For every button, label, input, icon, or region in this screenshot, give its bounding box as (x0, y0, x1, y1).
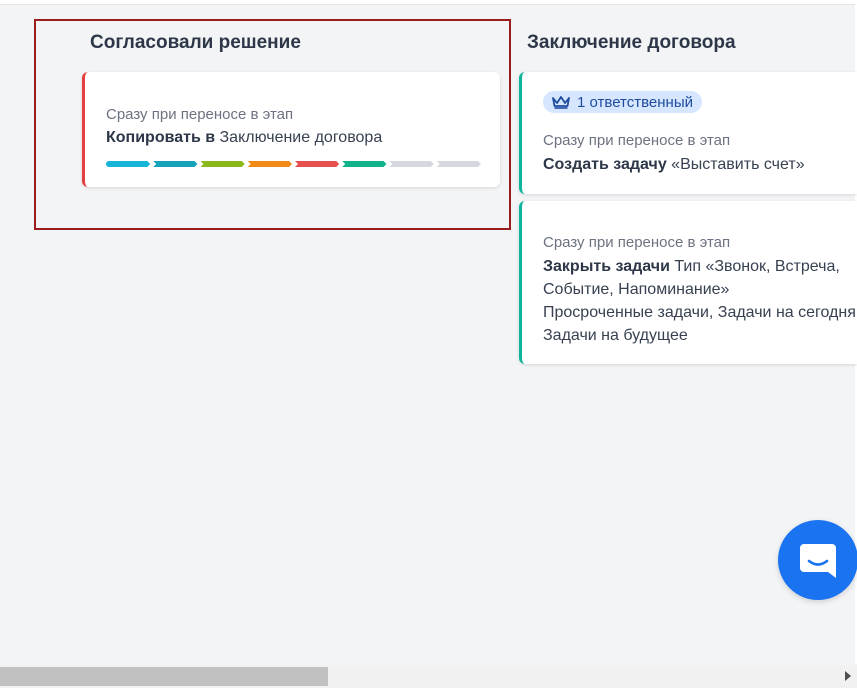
column-title-contract: Заключение договора (527, 32, 736, 53)
badge-label: 1 ответственный (577, 93, 693, 111)
action-text: Создать задачу «Выставить счет» (543, 153, 805, 176)
action-line-3: Просроченные задачи, Задачи на сегодня, (543, 304, 857, 321)
trigger-text: Сразу при переносе в этап (543, 132, 731, 149)
scrollbar-thumb[interactable] (0, 667, 328, 686)
action-target: «Выставить счет» (666, 156, 805, 173)
top-border (0, 0, 857, 5)
action-line-4: Задачи на будущее (543, 327, 688, 344)
action-text-block: Закрыть задачи Тип «Звонок, Встреча, Соб… (543, 255, 857, 347)
selection-highlight (34, 19, 511, 230)
action-line-2: Событие, Напоминание» (543, 281, 730, 298)
trigger-text: Сразу при переносе в этап (543, 234, 731, 251)
responsible-badge[interactable]: 1 ответственный (543, 91, 702, 113)
action-line-1: Закрыть задачи Тип «Звонок, Встреча, (543, 255, 857, 278)
action-target: Тип «Звонок, Встреча, (669, 258, 840, 275)
scroll-right-arrow-icon[interactable] (845, 671, 851, 681)
action-label: Закрыть задачи (543, 258, 670, 275)
action-label: Создать задачу (543, 156, 667, 173)
crown-icon (552, 96, 570, 109)
chat-icon (800, 544, 836, 578)
chat-button[interactable] (778, 520, 857, 600)
automation-card-create-task[interactable]: 1 ответственный Сразу при переносе в эта… (519, 72, 857, 194)
automation-card-close-tasks[interactable]: Сразу при переносе в этап Закрыть задачи… (519, 201, 857, 364)
horizontal-scrollbar[interactable] (0, 665, 857, 688)
